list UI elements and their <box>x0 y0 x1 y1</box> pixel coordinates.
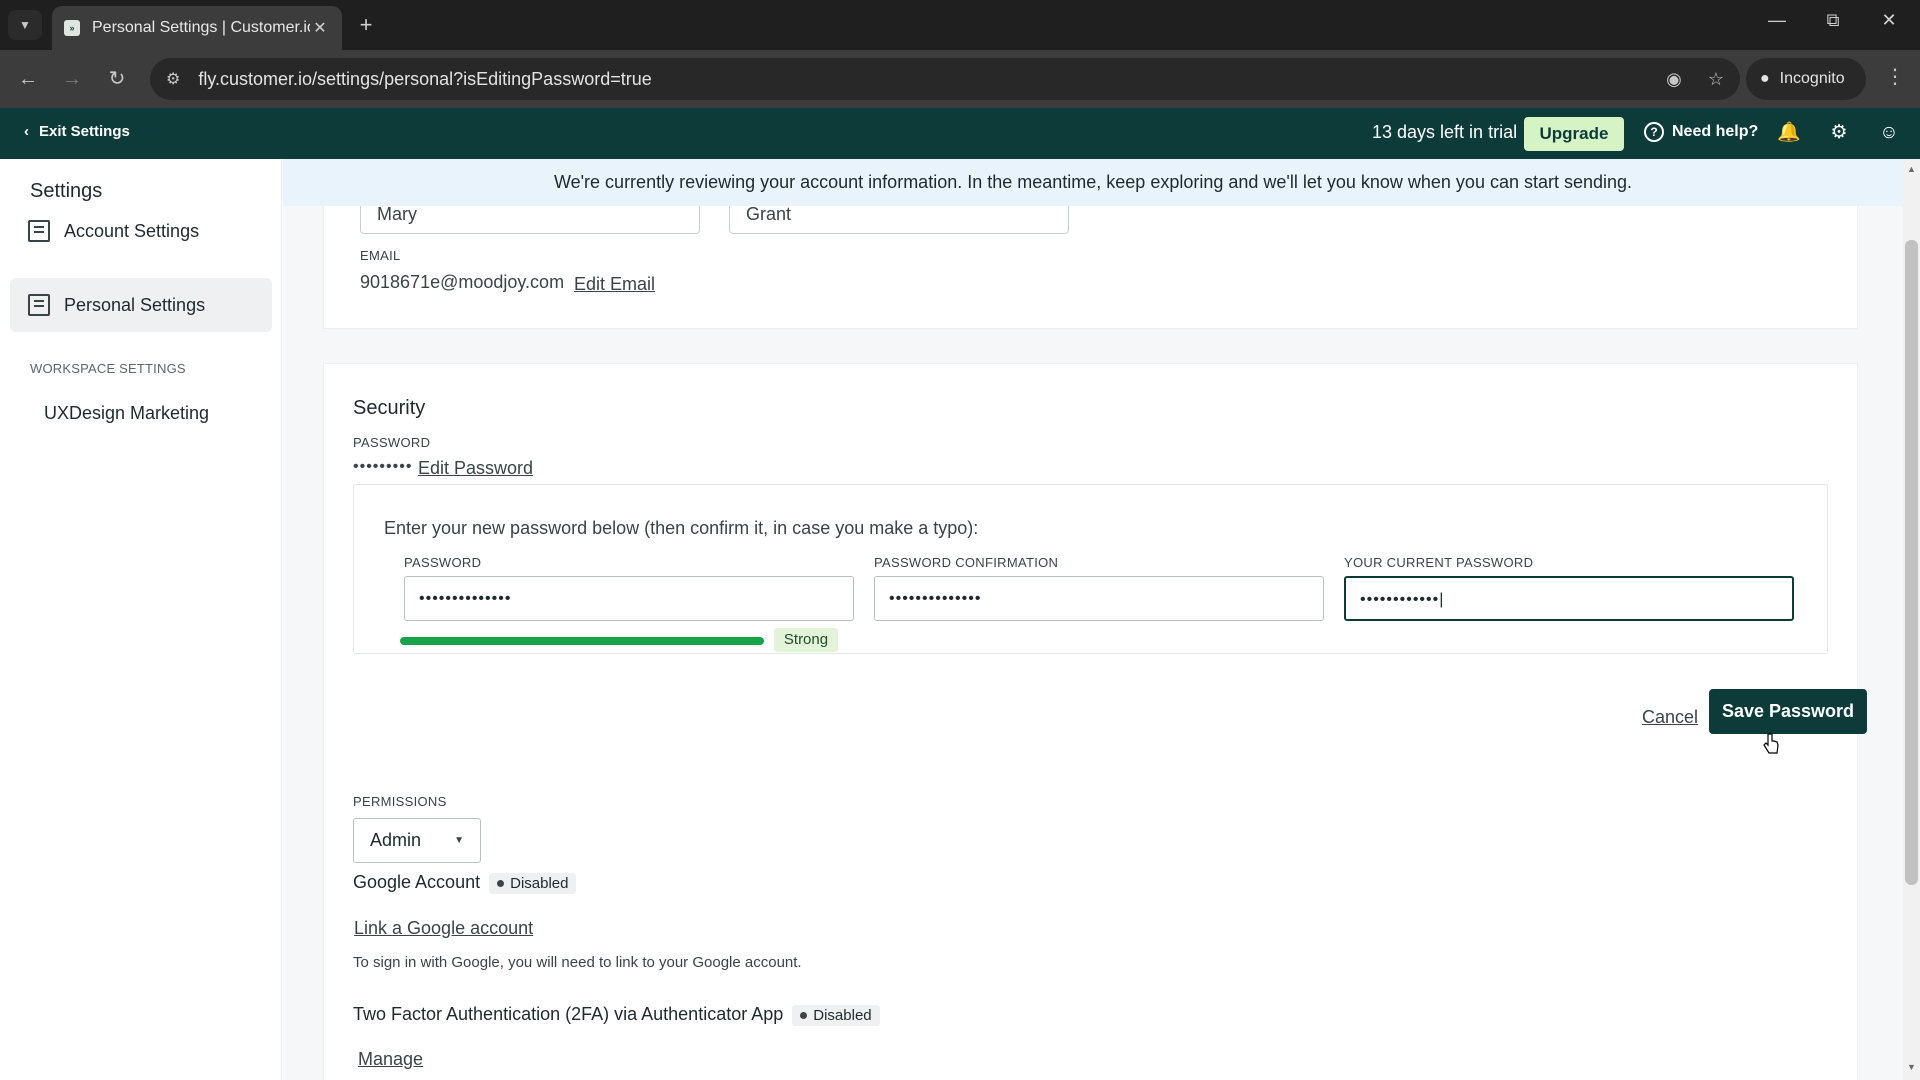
bookmark-star-icon[interactable]: ☆ <box>1708 69 1724 90</box>
twofa-status-text: Disabled <box>813 1006 872 1024</box>
incognito-label: Incognito <box>1779 70 1845 87</box>
sidebar-item-label: Account Settings <box>64 220 200 241</box>
bell-icon[interactable]: 🔔 <box>1776 120 1802 146</box>
app-header: ‹ Exit Settings 13 days left in trial Up… <box>0 108 1920 159</box>
password-confirmation-input[interactable]: •••••••••••••• <box>874 576 1324 621</box>
account-review-banner: We're currently reviewing your account i… <box>283 159 1903 206</box>
tab-title: Personal Settings | Customer.io <box>92 19 310 36</box>
minimize-icon[interactable]: — <box>1762 10 1792 31</box>
cancel-button[interactable]: Cancel <box>1642 707 1698 728</box>
upgrade-button[interactable]: Upgrade <box>1524 117 1624 151</box>
sidebar-item-account-settings[interactable]: Account Settings <box>10 204 272 258</box>
new-tab-plus-icon[interactable]: + <box>354 12 378 38</box>
status-dot-icon <box>497 879 505 887</box>
exit-settings-label: Exit Settings <box>39 123 130 140</box>
current-password-label: YOUR CURRENT PASSWORD <box>1344 555 1534 570</box>
twofa-title: Two Factor Authentication (2FA) via Auth… <box>353 1004 784 1024</box>
browser-tab-bar: ▼ » Personal Settings | Customer.io ✕ + … <box>0 0 1920 50</box>
chevron-left-icon: ‹ <box>24 123 29 140</box>
new-password-group: PASSWORD •••••••••••••• <box>404 555 854 621</box>
eye-off-icon[interactable]: ◉ <box>1666 69 1682 90</box>
question-circle-icon: ? <box>1644 122 1664 142</box>
main-content: Mary Grant EMAIL 9018671e@moodjoy.com Ed… <box>283 159 1903 1080</box>
tab-close-icon[interactable]: ✕ <box>310 18 330 38</box>
browser-toolbar: ← → ↻ ⚙ fly.customer.io/settings/persona… <box>0 50 1920 108</box>
permissions-select[interactable]: Admin ▼ <box>353 818 481 863</box>
manage-2fa-link[interactable]: Manage <box>358 1049 423 1070</box>
google-account-row: Google Account Disabled <box>353 872 577 894</box>
scroll-up-arrow-icon[interactable]: ▲ <box>1905 164 1918 174</box>
email-label: EMAIL <box>360 248 401 263</box>
settings-sidebar: Settings Account Settings Personal Setti… <box>0 159 282 1080</box>
incognito-icon: ● <box>1760 70 1770 87</box>
security-title: Security <box>353 397 426 419</box>
twofa-row: Two Factor Authentication (2FA) via Auth… <box>353 1004 880 1026</box>
google-account-title: Google Account <box>353 872 481 892</box>
trial-status: 13 days left in trial <box>1372 122 1518 142</box>
exit-settings-link[interactable]: ‹ Exit Settings <box>24 123 130 140</box>
password-label: PASSWORD <box>353 435 431 450</box>
security-card: Security PASSWORD ••••••••• Edit Passwor… <box>323 363 1867 1080</box>
reload-icon[interactable]: ↻ <box>102 64 132 94</box>
current-password-input[interactable]: ••••••••••••| <box>1344 576 1794 621</box>
back-arrow-icon[interactable]: ← <box>13 64 43 94</box>
password-confirmation-group: PASSWORD CONFIRMATION •••••••••••••• <box>874 555 1324 621</box>
permissions-value: Admin <box>370 830 422 850</box>
browser-tab[interactable]: » Personal Settings | Customer.io ✕ <box>52 6 342 50</box>
password-strength-bar <box>400 637 764 645</box>
save-password-button[interactable]: Save Password <box>1709 689 1867 734</box>
new-password-label: PASSWORD <box>404 555 482 570</box>
forward-arrow-icon[interactable]: → <box>57 64 87 94</box>
sidebar-title: Settings <box>30 180 103 202</box>
password-mask: ••••••••• <box>353 458 413 475</box>
current-password-group: YOUR CURRENT PASSWORD ••••••••••••| <box>1344 555 1794 621</box>
edit-password-link[interactable]: Edit Password <box>418 458 533 479</box>
status-dot-icon <box>800 1011 808 1019</box>
sidebar-item-personal-settings[interactable]: Personal Settings <box>10 278 272 332</box>
scroll-down-arrow-icon[interactable]: ▼ <box>1905 1062 1918 1072</box>
restore-icon[interactable]: ⧉ <box>1818 10 1848 31</box>
google-status-text: Disabled <box>510 874 569 892</box>
user-card-icon <box>28 294 50 316</box>
building-icon <box>28 220 50 242</box>
sidebar-item-label: Personal Settings <box>64 294 206 315</box>
tab-search-chevron-icon[interactable]: ▼ <box>8 10 42 40</box>
address-bar[interactable]: ⚙ fly.customer.io/settings/personal?isEd… <box>150 58 1740 100</box>
google-status-badge: Disabled <box>489 872 577 894</box>
link-google-account-link[interactable]: Link a Google account <box>354 918 533 939</box>
need-help-label: Need help? <box>1672 123 1759 140</box>
hand-cursor-icon <box>1763 733 1779 754</box>
incognito-indicator[interactable]: ● Incognito <box>1746 58 1866 100</box>
customerio-favicon-icon: » <box>64 20 80 36</box>
workspace-settings-heading: WORKSPACE SETTINGS <box>30 361 186 376</box>
password-confirmation-label: PASSWORD CONFIRMATION <box>874 555 1059 570</box>
google-help-text: To sign in with Google, you will need to… <box>353 954 802 971</box>
edit-email-link[interactable]: Edit Email <box>574 274 655 295</box>
window-close-icon[interactable]: ✕ <box>1874 10 1904 31</box>
password-strength-badge: Strong <box>774 628 838 652</box>
new-password-input[interactable]: •••••••••••••• <box>404 576 854 621</box>
permissions-label: PERMISSIONS <box>353 794 447 809</box>
edit-password-panel: Enter your new password below (then conf… <box>353 484 1828 654</box>
email-value: 9018671e@moodjoy.com <box>360 272 565 292</box>
twofa-status-badge: Disabled <box>792 1004 880 1026</box>
scrollbar-thumb[interactable] <box>1905 240 1918 885</box>
caret-down-icon: ▼ <box>454 835 464 846</box>
site-info-icon[interactable]: ⚙ <box>166 69 180 89</box>
user-icon[interactable]: ☺ <box>1876 120 1902 146</box>
url-text[interactable]: fly.customer.io/settings/personal?isEdit… <box>198 69 1640 90</box>
need-help-button[interactable]: ? Need help? <box>1644 122 1758 142</box>
gear-icon[interactable]: ⚙ <box>1826 120 1852 146</box>
password-instructions: Enter your new password below (then conf… <box>384 518 979 538</box>
sidebar-item-workspace[interactable]: UXDesign Marketing <box>44 403 209 424</box>
browser-menu-icon[interactable]: ⋮ <box>1880 64 1910 89</box>
